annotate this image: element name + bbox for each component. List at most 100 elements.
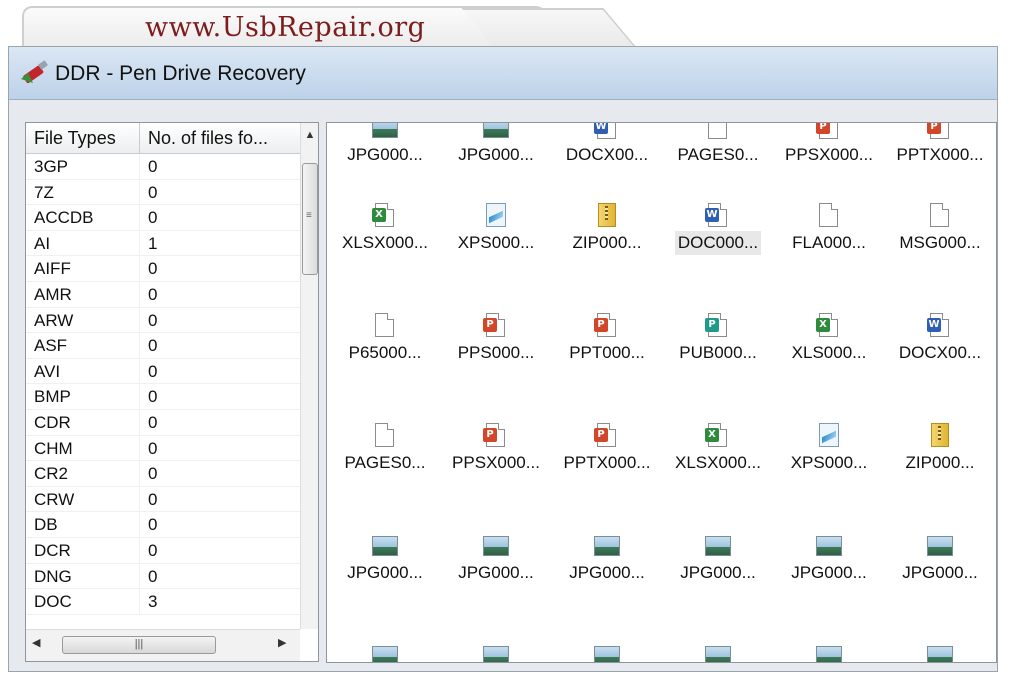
file-tile[interactable]: XPS000...	[440, 203, 552, 255]
table-row[interactable]: CRW 0	[26, 486, 300, 513]
table-row[interactable]: AVI 0	[26, 358, 300, 385]
table-row[interactable]: AIFF 0	[26, 256, 300, 282]
table-row[interactable]: CHM 0	[26, 435, 300, 462]
table-row[interactable]: CR2 0	[26, 461, 300, 487]
file-tile[interactable]: P PPTX000...	[551, 423, 663, 475]
file-count-cell: 0	[148, 489, 158, 509]
file-tile[interactable]: XPS000...	[773, 423, 885, 475]
column-header-file-types[interactable]: File Types	[26, 123, 140, 153]
file-tile[interactable]	[884, 643, 996, 662]
file-tile[interactable]: JPG000...	[329, 123, 441, 167]
file-count-cell: 0	[148, 515, 158, 535]
file-name-label: JPG000...	[680, 563, 756, 582]
blank-doc-icon	[372, 423, 398, 451]
recovered-files-view[interactable]: JPG000... JPG000... W DOCX00... PAGES0... P PP…	[326, 122, 997, 663]
blank-doc-icon	[705, 123, 731, 143]
file-tile[interactable]: P PPS000...	[440, 313, 552, 365]
file-name-label: PPSX000...	[452, 453, 540, 472]
file-tile[interactable]: P PPSX000...	[773, 123, 885, 167]
xps-icon	[816, 423, 842, 451]
word-doc-icon: W	[705, 203, 731, 231]
file-tile[interactable]: JPG000...	[662, 533, 774, 585]
file-name-label: PAGES0...	[344, 453, 426, 472]
file-tile[interactable]	[440, 643, 552, 662]
table-row[interactable]: CDR 0	[26, 409, 300, 436]
file-tile[interactable]: MSG000...	[884, 203, 996, 255]
file-name-label: MSG000...	[899, 233, 981, 252]
file-type-cell: DOC	[26, 589, 140, 615]
table-row[interactable]: AMR 0	[26, 281, 300, 308]
file-tile[interactable]: ZIP000...	[551, 203, 663, 255]
file-tile[interactable]: X XLSX000...	[329, 203, 441, 255]
file-type-cell: CHM	[26, 435, 140, 461]
file-tile[interactable]: P PPTX000...	[884, 123, 996, 167]
app-window: DDR - Pen Drive Recovery File Types No. …	[8, 46, 998, 672]
file-tile[interactable]: JPG000...	[551, 533, 663, 585]
vertical-scroll-thumb[interactable]: ≡	[302, 163, 318, 275]
table-row[interactable]: 3GP 0	[26, 154, 300, 180]
table-row[interactable]: DNG 0	[26, 563, 300, 590]
file-type-cell: CDR	[26, 409, 140, 435]
image-icon	[372, 643, 398, 662]
file-name-label: DOCX00...	[565, 145, 649, 164]
file-type-cell: AVI	[26, 358, 140, 384]
table-row[interactable]: 7Z 0	[26, 179, 300, 206]
file-tile[interactable]: FLA000...	[773, 203, 885, 255]
file-tile[interactable]	[329, 643, 441, 662]
file-tile[interactable]: JPG000...	[773, 533, 885, 585]
file-name-label: PPT000...	[569, 343, 645, 362]
excel-icon: X	[372, 203, 398, 231]
file-name-label: PUB000...	[679, 343, 757, 362]
table-row[interactable]: DOC 3	[26, 589, 300, 615]
file-name-label: XPS000...	[457, 233, 535, 252]
image-icon	[816, 533, 842, 561]
file-type-cell: DB	[26, 512, 140, 538]
table-row[interactable]: AI 1	[26, 230, 300, 257]
file-name-label: XLS000...	[791, 343, 867, 362]
file-tile[interactable]: X XLSX000...	[662, 423, 774, 475]
table-row[interactable]: ASF 0	[26, 333, 300, 359]
powerpoint-icon: P	[594, 313, 620, 341]
file-tile[interactable]: P65000...	[329, 313, 441, 365]
image-icon	[594, 643, 620, 662]
file-tile[interactable]: JPG000...	[440, 123, 552, 167]
scroll-up-arrow-icon[interactable]: ▲	[301, 123, 318, 147]
file-tile[interactable]: JPG000...	[884, 533, 996, 585]
table-row[interactable]: DB 0	[26, 512, 300, 538]
file-tile[interactable]: W DOCX00...	[884, 313, 996, 365]
file-tile[interactable]: JPG000...	[440, 533, 552, 585]
file-tile[interactable]	[662, 643, 774, 662]
publisher-icon: P	[705, 313, 731, 341]
table-row[interactable]: ACCDB 0	[26, 205, 300, 231]
table-row[interactable]: DCR 0	[26, 537, 300, 564]
file-tile[interactable]: ZIP000...	[884, 423, 996, 475]
horizontal-scrollbar[interactable]: ◀ ||| ▶	[26, 629, 300, 661]
file-tile[interactable]: P PPSX000...	[440, 423, 552, 475]
file-tile[interactable]: W DOC000...	[662, 203, 774, 255]
file-type-cell: 7Z	[26, 179, 140, 205]
file-tile[interactable]	[773, 643, 885, 662]
file-tile[interactable]: P PPT000...	[551, 313, 663, 365]
file-tile[interactable]: P PUB000...	[662, 313, 774, 365]
file-name-label: XPS000...	[790, 453, 868, 472]
table-row[interactable]: BMP 0	[26, 384, 300, 410]
window-title: DDR - Pen Drive Recovery	[55, 62, 306, 85]
column-header-file-count[interactable]: No. of files fo...	[140, 123, 300, 153]
file-types-list[interactable]: File Types No. of files fo... 3GP 0 7Z 0 ACC…	[25, 122, 319, 662]
file-tile[interactable]	[551, 643, 663, 662]
image-icon	[594, 533, 620, 561]
scroll-right-arrow-icon[interactable]: ▶	[278, 636, 286, 649]
file-tile[interactable]: PAGES0...	[329, 423, 441, 475]
title-bar: DDR - Pen Drive Recovery	[9, 47, 997, 100]
file-tile[interactable]: W DOCX00...	[551, 123, 663, 167]
scroll-left-arrow-icon[interactable]: ◀	[32, 636, 40, 649]
file-tile[interactable]: JPG000...	[329, 533, 441, 585]
horizontal-scroll-thumb[interactable]: |||	[62, 636, 216, 654]
zip-icon	[594, 203, 620, 231]
file-name-label: PAGES0...	[677, 145, 759, 164]
table-row[interactable]: ARW 0	[26, 307, 300, 334]
image-icon	[483, 643, 509, 662]
vertical-scrollbar[interactable]: ▲ ≡	[300, 123, 318, 629]
file-tile[interactable]: X XLS000...	[773, 313, 885, 365]
file-tile[interactable]: PAGES0...	[662, 123, 774, 167]
